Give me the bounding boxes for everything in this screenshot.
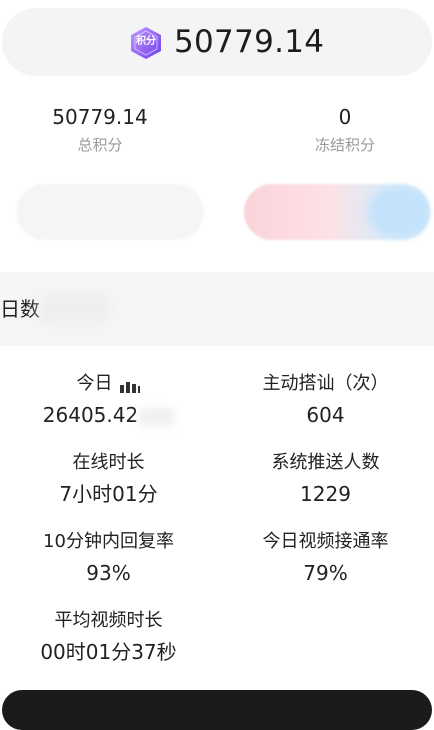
frozen-points-label: 冻结积分 xyxy=(314,136,375,154)
blurred-region xyxy=(140,407,175,426)
metric-online-duration: 在线时长 7小时01分 xyxy=(0,451,217,507)
metric-video-connect-rate: 今日视频接通率 79% xyxy=(217,530,434,586)
metric-value: 1229 xyxy=(300,482,351,506)
metric-label: 10分钟内回复率 xyxy=(43,531,174,552)
total-points-display: 50779.14 xyxy=(174,24,325,60)
blurred-region xyxy=(40,294,110,324)
metric-reply-rate: 10分钟内回复率 93% xyxy=(0,530,217,586)
metric-value: 7小时01分 xyxy=(59,482,158,506)
metric-value: 93% xyxy=(86,561,131,585)
metric-label: 平均视频时长 xyxy=(54,610,163,631)
metric-label: 今日 xyxy=(76,373,113,394)
badge-label: 积分 xyxy=(136,36,156,47)
section-header: 日数 xyxy=(0,272,434,346)
metric-today: 今日 26405.42 xyxy=(0,372,217,428)
points-badge-icon: 积分 xyxy=(128,26,164,60)
metric-active-greetings: 主动搭讪（次） 604 xyxy=(217,372,434,428)
metric-pushed-users: 系统推送人数 1229 xyxy=(217,451,434,507)
metric-label: 系统推送人数 xyxy=(271,452,380,473)
blurred-button-left[interactable] xyxy=(16,184,204,240)
section-title: 日数 xyxy=(0,297,40,321)
metric-label: 今日视频接通率 xyxy=(262,531,389,552)
metric-label: 主动搭讪（次） xyxy=(262,373,389,394)
total-points-label: 总积分 xyxy=(77,136,123,154)
blurred-button-right[interactable] xyxy=(244,184,430,240)
frozen-points-value: 0 xyxy=(338,105,352,129)
total-points-value: 50779.14 xyxy=(52,105,148,129)
total-points-stat: 50779.14 总积分 xyxy=(0,104,200,156)
metric-value: 604 xyxy=(306,403,345,427)
metric-label: 在线时长 xyxy=(72,452,145,473)
frozen-points-stat: 0 冻结积分 xyxy=(245,104,434,156)
metric-value: 79% xyxy=(303,561,348,585)
metric-avg-video-duration: 平均视频时长 00时01分37秒 xyxy=(0,609,217,665)
metric-value: 26405.42 xyxy=(42,403,139,427)
data-icon xyxy=(119,377,141,393)
metric-value: 00时01分37秒 xyxy=(40,640,177,664)
bottom-action-button[interactable] xyxy=(2,690,432,730)
